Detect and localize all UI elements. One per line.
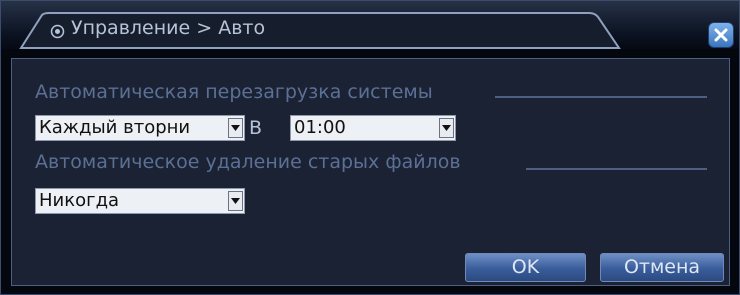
reboot-schedule-select[interactable]: Каждый вторни <box>35 115 245 141</box>
auto-reboot-divider <box>495 96 707 98</box>
gear-icon <box>50 24 65 39</box>
at-time-label: В <box>249 117 263 139</box>
chevron-down-icon <box>442 125 451 131</box>
close-icon <box>714 28 728 42</box>
chevron-down-icon <box>231 125 240 131</box>
title-bar: Управление > Авто <box>1 1 739 49</box>
delete-old-files-dropdown-button[interactable] <box>228 191 243 211</box>
delete-old-files-select[interactable]: Никогда <box>35 188 245 214</box>
ok-button[interactable]: OK <box>465 253 586 282</box>
window-title: Управление > Авто <box>71 17 266 39</box>
delete-old-files-value: Никогда <box>39 190 120 211</box>
auto-delete-section-label: Автоматическое удаление старых файлов <box>35 151 461 173</box>
reboot-time-dropdown-button[interactable] <box>439 118 454 138</box>
reboot-schedule-dropdown-button[interactable] <box>228 118 243 138</box>
reboot-time-select[interactable]: 01:00 <box>290 115 456 141</box>
reboot-schedule-value: Каждый вторни <box>39 117 191 138</box>
auto-delete-divider <box>526 168 707 170</box>
chevron-down-icon <box>231 198 240 204</box>
cancel-button[interactable]: Отмена <box>600 253 724 282</box>
auto-maintenance-dialog: Управление > Авто Автоматическая перезаг… <box>0 0 740 295</box>
reboot-time-value: 01:00 <box>294 117 346 138</box>
auto-reboot-section-label: Автоматическая перезагрузка системы <box>35 81 433 103</box>
close-button[interactable] <box>708 22 734 48</box>
